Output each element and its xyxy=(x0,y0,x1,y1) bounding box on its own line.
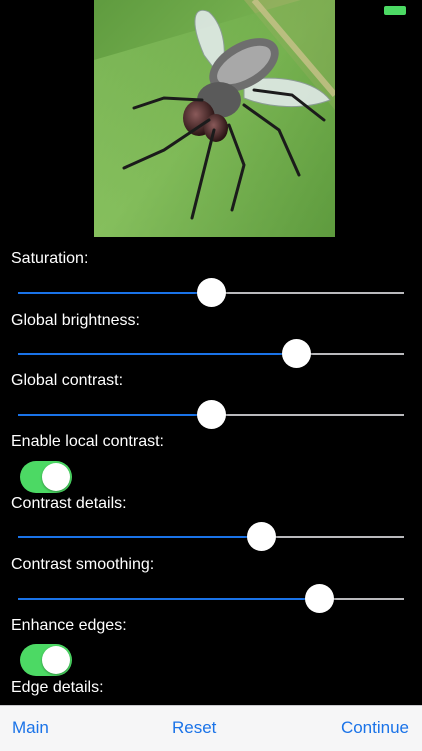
slider-thumb[interactable] xyxy=(247,522,276,551)
enable-local-contrast-label: Enable local contrast: xyxy=(11,433,164,450)
reset-button[interactable]: Reset xyxy=(172,718,216,738)
slider-thumb[interactable] xyxy=(305,584,334,613)
slider-fill xyxy=(18,536,261,538)
bottom-toolbar: Main Reset Continue xyxy=(0,705,422,751)
contrast-details-slider[interactable] xyxy=(18,522,404,552)
global-brightness-label: Global brightness: xyxy=(11,312,140,329)
saturation-slider[interactable] xyxy=(18,278,404,308)
toggle-knob xyxy=(42,646,70,674)
fly-photo xyxy=(94,0,335,237)
slider-thumb[interactable] xyxy=(197,400,226,429)
slider-fill xyxy=(18,292,211,294)
enable-local-contrast-toggle[interactable] xyxy=(20,461,72,493)
global-contrast-slider[interactable] xyxy=(18,400,404,430)
saturation-label: Saturation: xyxy=(11,250,89,267)
global-contrast-label: Global contrast: xyxy=(11,372,124,389)
main-button[interactable]: Main xyxy=(12,718,49,738)
contrast-smoothing-label: Contrast smoothing: xyxy=(11,556,155,573)
toggle-knob xyxy=(42,463,70,491)
enhance-edges-toggle[interactable] xyxy=(20,644,72,676)
contrast-smoothing-slider[interactable] xyxy=(18,584,404,614)
edge-details-label: Edge details: xyxy=(11,679,104,696)
battery-icon xyxy=(384,6,406,15)
slider-fill xyxy=(18,598,319,600)
slider-thumb[interactable] xyxy=(282,339,311,368)
slider-fill xyxy=(18,353,296,355)
contrast-details-label: Contrast details: xyxy=(11,495,127,512)
continue-button[interactable]: Continue xyxy=(341,718,409,738)
enhance-edges-label: Enhance edges: xyxy=(11,617,127,634)
slider-fill xyxy=(18,414,211,416)
slider-thumb[interactable] xyxy=(197,278,226,307)
global-brightness-slider[interactable] xyxy=(18,339,404,369)
